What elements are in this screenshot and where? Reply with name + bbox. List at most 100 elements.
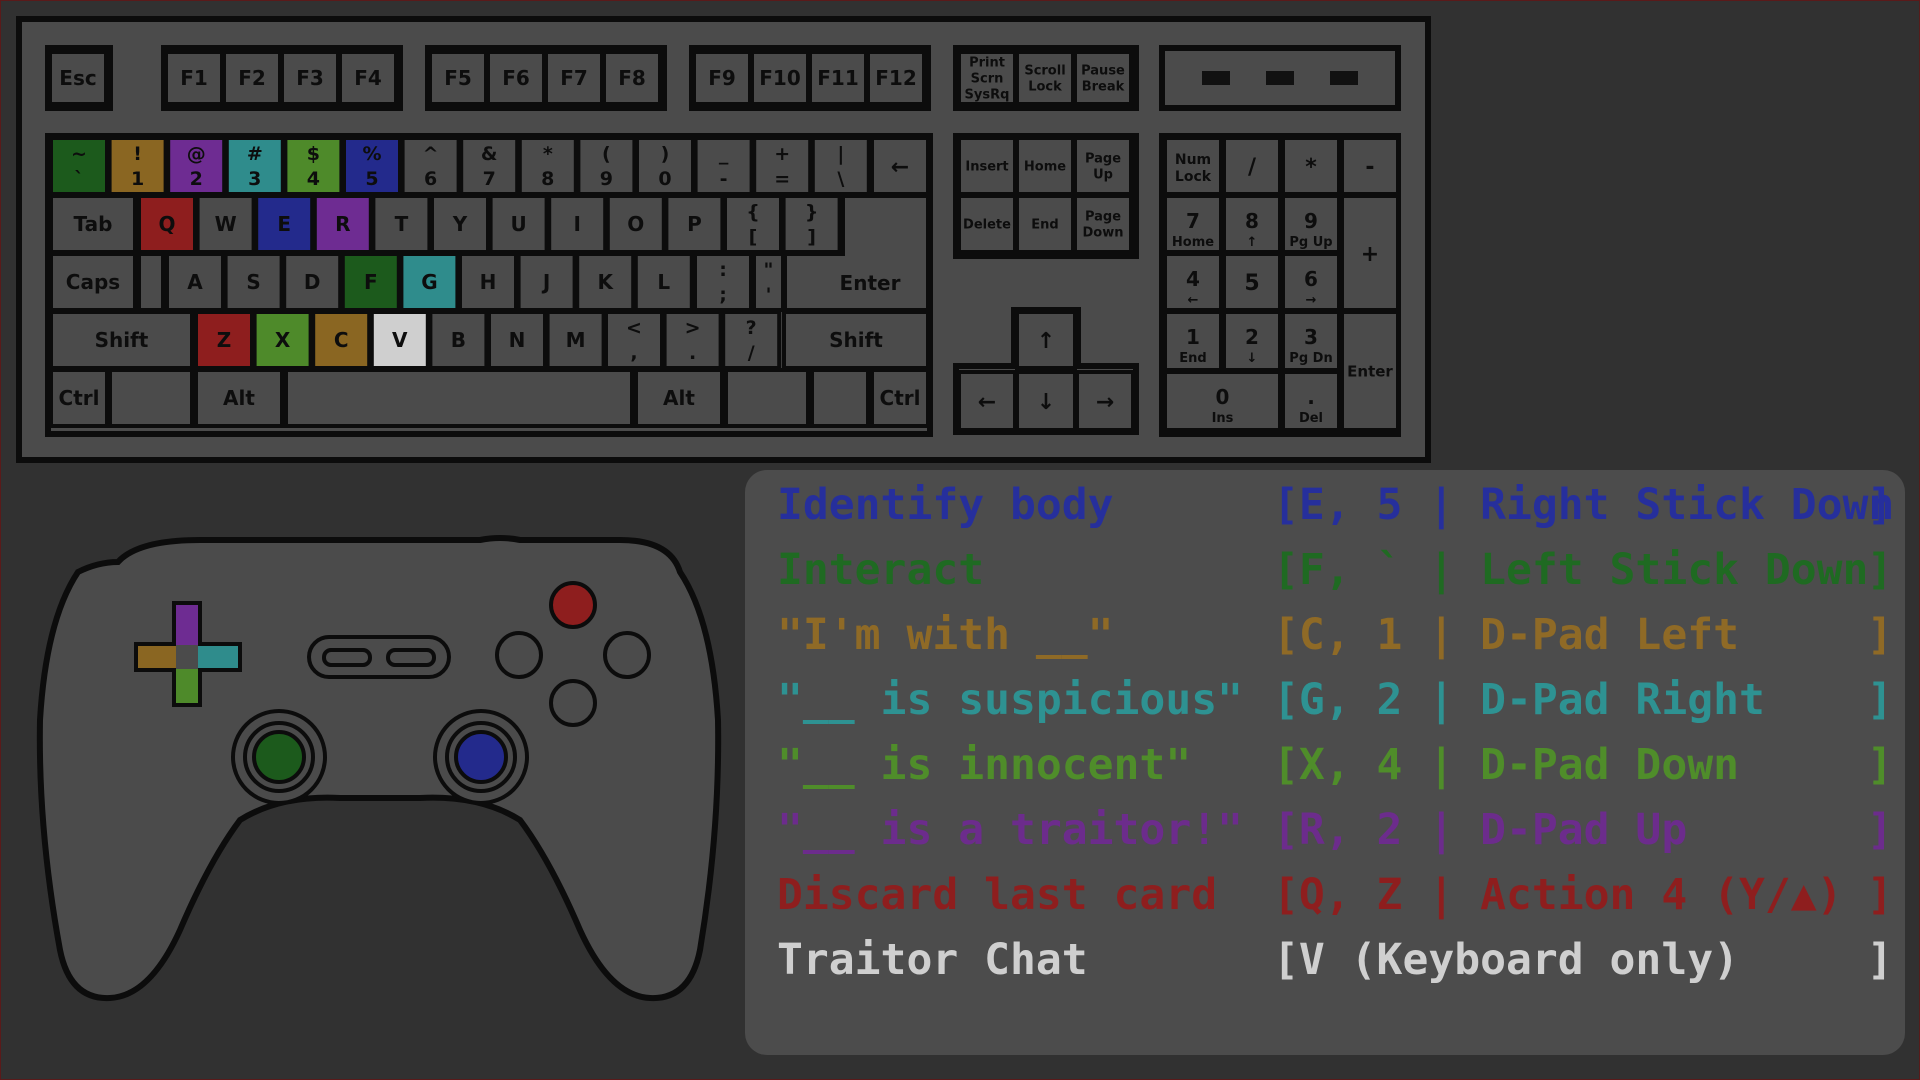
key-f1[interactable]: F1 [164,50,224,106]
key-g[interactable]: G [399,252,460,312]
key-page-up[interactable]: PageUp [1073,136,1133,196]
spacebar[interactable] [284,368,634,428]
key-y[interactable]: Y [430,194,490,254]
key-l[interactable]: L [633,252,694,312]
key-f12[interactable]: F12 [866,50,926,106]
face-button-top[interactable] [549,581,597,629]
key-k[interactable]: K [575,252,636,312]
key-q[interactable]: Q [137,194,197,254]
face-button-bottom[interactable] [549,679,597,727]
right-stick[interactable] [454,730,508,784]
key-s[interactable]: S [223,252,284,312]
key-f2[interactable]: F2 [222,50,282,106]
key-symbol[interactable]: ?/ [721,310,782,370]
key-scroll-lock[interactable]: ScrollLock [1015,50,1075,106]
key-symbol[interactable]: {[ [723,194,783,254]
numpad-key[interactable]: 4← [1163,252,1223,312]
key-symbol[interactable]: _- [693,136,754,196]
key-blank[interactable] [108,368,194,428]
key-o[interactable]: O [605,194,666,254]
key-[interactable]: → [1075,370,1135,432]
start-button[interactable] [386,648,436,667]
key-w[interactable]: W [195,194,256,254]
numpad-key[interactable]: 5 [1222,252,1282,312]
key-symbol[interactable]: }] [781,194,842,254]
numpad-key[interactable]: 1 End [1163,310,1223,372]
numpad-key[interactable]: 2↓ [1222,310,1282,372]
key-t[interactable]: T [371,194,432,254]
dpad-right[interactable] [198,646,238,668]
key-pause-break[interactable]: PauseBreak [1073,50,1133,106]
key-symbol[interactable]: @2 [166,136,227,196]
key-symbol[interactable]: &7 [459,136,520,196]
numpad-key[interactable]: Enter [1340,310,1400,432]
key-j[interactable]: J [516,252,577,312]
key-f5[interactable]: F5 [428,50,488,106]
key-symbol[interactable]: $4 [283,136,344,196]
key-symbol[interactable]: *8 [517,136,578,196]
key-ctrl[interactable]: Ctrl [49,368,109,428]
key-ctrl[interactable]: Ctrl [870,368,930,428]
numpad-key[interactable]: / [1222,136,1282,196]
key-u[interactable]: U [488,194,549,254]
key-h[interactable]: H [458,252,518,312]
left-stick[interactable] [252,730,306,784]
key-symbol[interactable]: !1 [107,136,168,196]
key-p[interactable]: P [664,194,725,254]
key-d[interactable]: D [282,252,343,312]
key-f4[interactable]: F4 [338,50,398,106]
dpad-up[interactable] [176,605,198,645]
key-shift[interactable]: Shift [49,310,194,370]
numpad-key[interactable]: 9 Pg Up [1281,194,1341,254]
key-blank[interactable] [724,368,810,428]
numpad-key[interactable]: 0 Ins [1163,370,1282,432]
key-f9[interactable]: F9 [692,50,752,106]
key-b[interactable]: B [428,310,489,370]
key-home[interactable]: Home [1015,136,1075,196]
key-symbol[interactable]: <, [604,310,664,370]
key-symbol[interactable]: >. [662,310,723,370]
key-i[interactable]: I [547,194,608,254]
key-f10[interactable]: F10 [750,50,810,106]
key-insert[interactable]: Insert [957,136,1017,196]
key-esc[interactable]: Esc [48,50,108,106]
face-button-left[interactable] [495,631,543,679]
key-f3[interactable]: F3 [280,50,340,106]
key-symbol[interactable]: |\ [810,136,871,196]
key-symbol[interactable]: "' [752,252,785,312]
key-[interactable]: ↑ [1015,310,1077,370]
key-alt[interactable]: Alt [634,368,724,428]
key-f[interactable]: F [340,252,401,312]
key-tab[interactable]: Tab [49,194,137,254]
key-[interactable]: ↓ [1015,370,1077,432]
key-caps[interactable]: Caps [49,252,137,312]
key-shift[interactable]: Shift [782,310,930,370]
key-[interactable]: ← [957,370,1017,432]
key-x[interactable]: X [252,310,313,370]
key-c[interactable]: C [311,310,372,370]
numpad-key[interactable]: 3 Pg Dn [1281,310,1341,372]
numpad-key[interactable]: * [1281,136,1341,196]
key-m[interactable]: M [545,310,606,370]
key-z[interactable]: Z [194,310,254,370]
key-symbol[interactable]: += [752,136,813,196]
key-f11[interactable]: F11 [808,50,868,106]
numpad-key[interactable]: 6→ [1281,252,1341,312]
key-page-down[interactable]: PageDown [1073,194,1133,254]
key-e[interactable]: E [254,194,315,254]
dpad-left[interactable] [138,646,176,668]
key-symbol[interactable]: (9 [576,136,637,196]
numpad-key[interactable]: + [1340,194,1400,312]
key-f7[interactable]: F7 [544,50,604,106]
key-[interactable]: ← [870,136,930,196]
key-delete[interactable]: Delete [957,194,1017,254]
key-symbol[interactable]: :; [693,252,753,312]
numpad-key[interactable]: . Del [1281,370,1341,432]
numpad-key[interactable]: 8↑ [1222,194,1282,254]
key-symbol[interactable]: ^6 [400,136,461,196]
numpad-key[interactable]: 7 Home [1163,194,1223,254]
key-f6[interactable]: F6 [486,50,546,106]
key-a[interactable]: A [165,252,225,312]
key-r[interactable]: R [312,194,373,254]
key-symbol[interactable]: #3 [224,136,285,196]
